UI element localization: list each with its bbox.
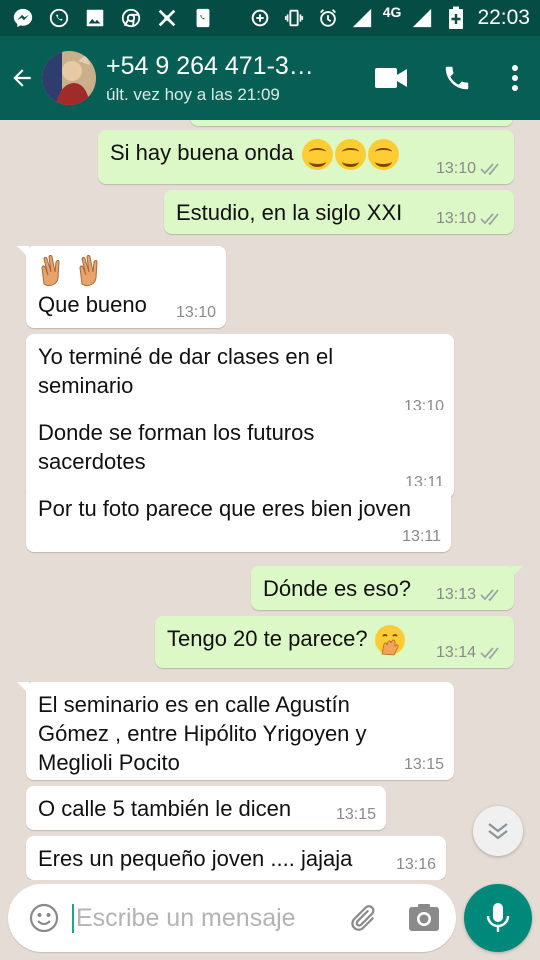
message-bubble-incoming[interactable]: Donde se forman los futuros sacerdotes 1… <box>26 410 454 498</box>
message-time: 13:11 <box>402 528 441 545</box>
message-bubble-outgoing[interactable]: Si hay buena onda 13:10 <box>98 130 514 184</box>
message-bubble-outgoing[interactable]: Estudio, en la siglo XXI 13:10 <box>164 190 514 234</box>
read-ticks-icon <box>480 163 499 176</box>
message-text: Si hay buena onda <box>110 140 294 165</box>
whatsapp-icon <box>46 5 72 31</box>
read-ticks-icon <box>480 589 499 602</box>
message-text: Dónde es eso? <box>263 576 411 601</box>
messenger-icon <box>10 5 36 31</box>
status-bar: 4G 22:03 <box>0 0 540 36</box>
message-text: Por tu foto parece que eres bien joven <box>38 496 412 521</box>
network-type: 4G <box>382 4 402 20</box>
more-vert-icon <box>512 65 518 91</box>
message-bubble-incoming[interactable]: El seminario es en calle Agustín Gómez ,… <box>17 682 454 780</box>
phone-icon <box>445 66 469 90</box>
cell-signal-icon <box>409 5 435 31</box>
message-bubble-outgoing[interactable] <box>190 120 513 126</box>
message-text: Tengo 20 te parece? <box>167 626 368 651</box>
message-text: Yo terminé de dar clases en el seminario <box>38 344 334 398</box>
chat-header: +54 9 264 471-3… últ. vez hoy a las 21:0… <box>0 36 540 120</box>
voice-message-button[interactable] <box>464 884 532 952</box>
message-bubble-incoming[interactable]: Eres un pequeño joven .... jajaja 13:16 <box>26 836 446 880</box>
message-time: 13:10 <box>435 160 476 177</box>
message-time: 13:10 <box>175 304 216 321</box>
voice-call-button[interactable] <box>424 36 490 120</box>
double-chevron-down-icon <box>488 823 508 840</box>
message-bubble-outgoing[interactable]: Dónde es eso? 13:13 <box>251 566 523 610</box>
wifi-signal-icon <box>349 5 375 31</box>
attach-button[interactable] <box>342 898 382 938</box>
emoji-icon <box>29 903 59 933</box>
contact-info[interactable]: +54 9 264 471-3… últ. vez hoy a las 21:0… <box>106 52 336 105</box>
gallery-icon <box>82 5 108 31</box>
message-bubble-incoming[interactable]: Que bueno 13:10 <box>17 246 226 328</box>
message-text: Estudio, en la siglo XXI <box>176 200 403 225</box>
scroll-to-bottom-button[interactable] <box>473 806 523 856</box>
last-seen: últ. vez hoy a las 21:09 <box>106 84 280 104</box>
avatar[interactable] <box>42 51 96 105</box>
message-text: Eres un pequeño joven .... jajaja <box>38 846 353 871</box>
message-time: 13:15 <box>403 756 444 773</box>
camera-icon <box>409 904 439 931</box>
read-ticks-icon <box>480 213 499 226</box>
more-options-button[interactable] <box>490 36 540 120</box>
message-text: Que bueno <box>38 292 147 317</box>
clock: 22:03 <box>477 6 530 29</box>
contact-name: +54 9 264 471-3… <box>106 51 314 80</box>
message-time: 13:10 <box>435 210 476 227</box>
read-ticks-icon <box>480 647 499 660</box>
back-button[interactable] <box>0 36 44 120</box>
message-bubble-incoming[interactable]: Yo terminé de dar clases en el seminario… <box>26 334 454 422</box>
message-composer <box>8 884 456 952</box>
battery-charging-icon <box>443 5 469 31</box>
video-camera-icon <box>375 68 407 88</box>
message-time: 13:15 <box>335 806 376 823</box>
message-time: 13:14 <box>435 644 476 661</box>
vibrate-icon <box>281 5 307 31</box>
camera-button[interactable] <box>404 898 444 938</box>
message-list[interactable]: Si hay buena onda 13:10 Estudio, en la s… <box>0 120 540 880</box>
video-call-button[interactable] <box>358 36 424 120</box>
clapping-hands-emoji <box>38 254 214 290</box>
message-bubble-incoming[interactable]: Por tu foto parece que eres bien joven 1… <box>26 486 451 552</box>
phone-notification-icon <box>190 5 216 31</box>
arrow-back-icon <box>13 69 31 87</box>
message-bubble-incoming[interactable]: O calle 5 también le dicen 13:15 <box>26 786 386 830</box>
message-time: 13:16 <box>395 856 436 873</box>
emoji-button[interactable] <box>24 898 64 938</box>
microphone-icon <box>486 903 510 932</box>
alarm-icon <box>315 5 341 31</box>
tools-icon <box>154 5 180 31</box>
chrome-icon <box>118 5 144 31</box>
hand-over-mouth-emoji <box>374 625 405 656</box>
message-text: El seminario es en calle Agustín Gómez ,… <box>38 692 367 775</box>
data-saver-icon <box>247 5 273 31</box>
smiling-face-emoji <box>300 138 399 170</box>
paperclip-icon <box>351 905 375 931</box>
message-time: 13:13 <box>435 586 476 603</box>
message-text: Donde se forman los futuros sacerdotes <box>38 420 315 474</box>
message-text: O calle 5 también le dicen <box>38 796 292 821</box>
message-bubble-outgoing[interactable]: Tengo 20 te parece? 13:14 <box>155 616 514 668</box>
message-input[interactable] <box>72 903 336 933</box>
